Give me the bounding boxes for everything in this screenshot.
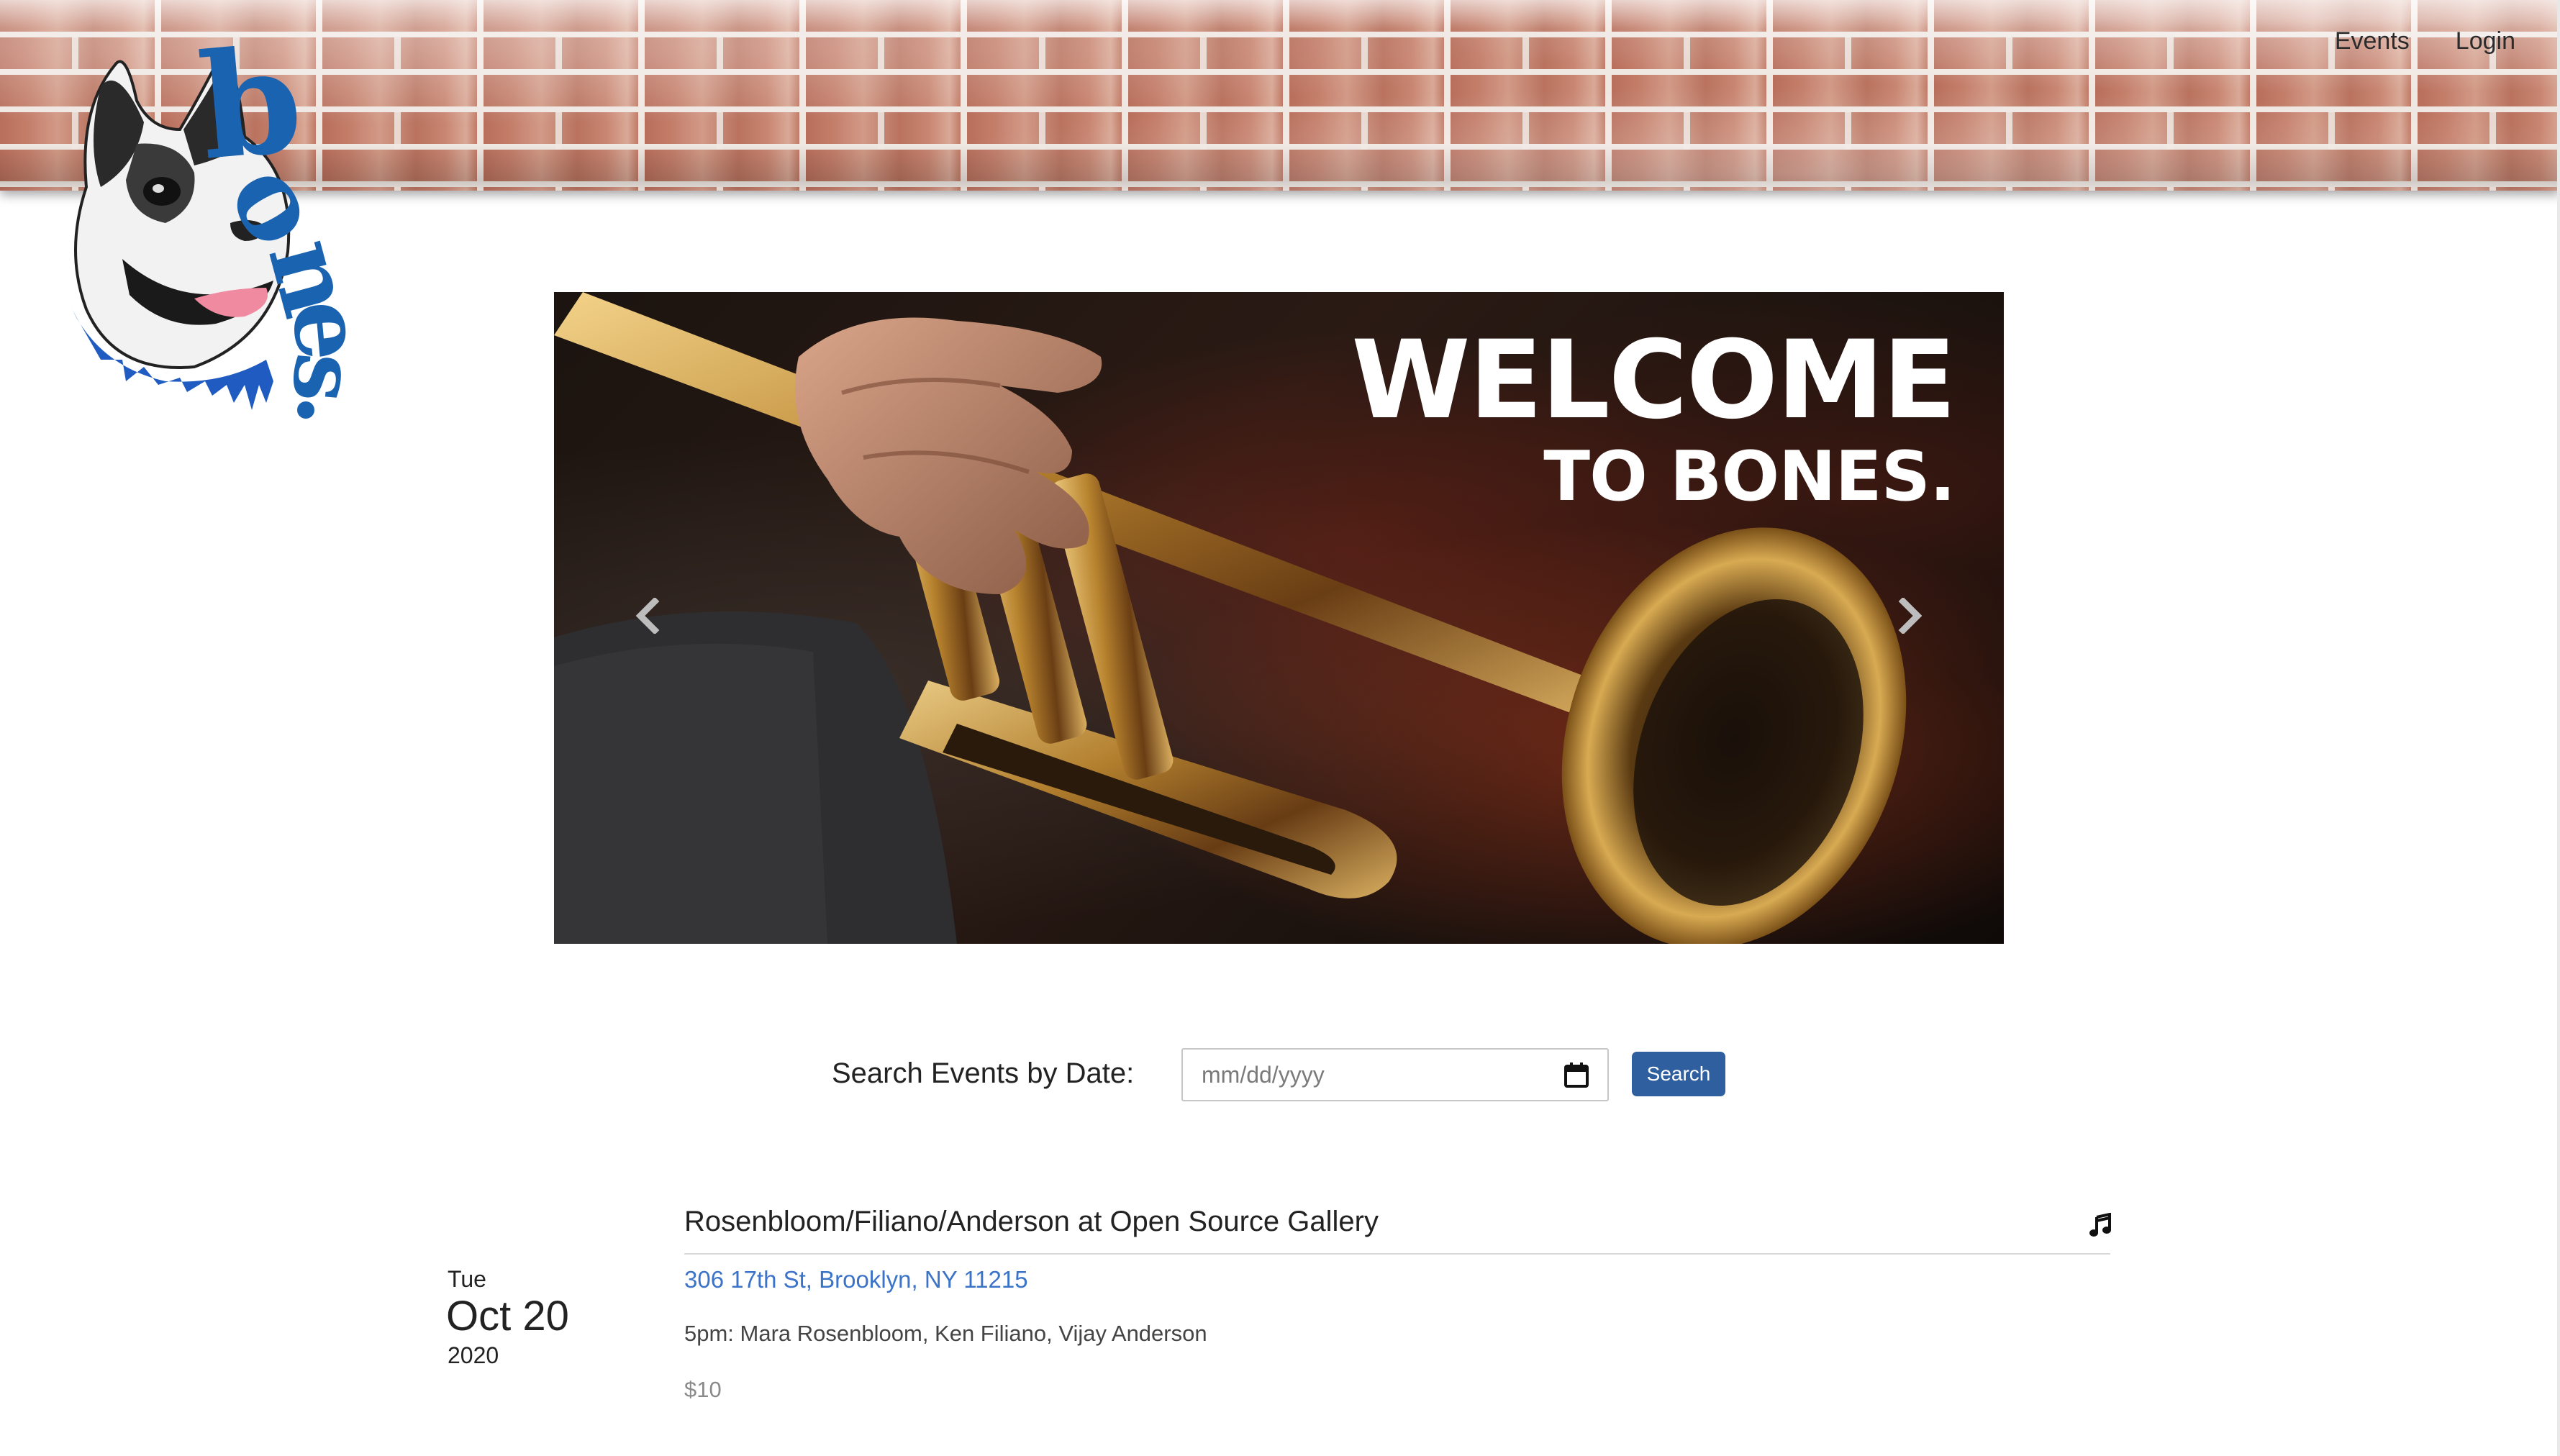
event-address-link[interactable]: 306 17th St, Brooklyn, NY 11215 bbox=[684, 1266, 1028, 1293]
svg-text:s: s bbox=[272, 350, 367, 407]
event-year: 2020 bbox=[448, 1342, 499, 1368]
calendar-icon[interactable] bbox=[1564, 1062, 1589, 1088]
nav-events-link[interactable]: Events bbox=[2335, 27, 2410, 55]
date-placeholder: mm/dd/yyyy bbox=[1202, 1061, 1325, 1088]
chevron-right-icon bbox=[1898, 598, 1923, 634]
carousel-next-button[interactable] bbox=[1889, 594, 1932, 637]
nav-login-link[interactable]: Login bbox=[2456, 27, 2515, 55]
brick-wash bbox=[0, 0, 2560, 191]
dog-logo-icon: b o n e s bbox=[72, 16, 386, 419]
date-input[interactable]: mm/dd/yyyy bbox=[1181, 1048, 1609, 1101]
search-label: Search Events by Date: bbox=[832, 1057, 1135, 1089]
brick-header: Events Login bbox=[0, 0, 2560, 191]
event-price: $10 bbox=[684, 1377, 722, 1402]
chevron-left-icon bbox=[635, 598, 660, 634]
welcome-subheadline: TO BONES. bbox=[1543, 437, 1956, 517]
event-description: 5pm: Mara Rosenbloom, Ken Filiano, Vijay… bbox=[684, 1321, 1207, 1346]
welcome-headline: WELCOME bbox=[1351, 318, 1956, 443]
event-divider bbox=[684, 1253, 2110, 1255]
event-title[interactable]: Rosenbloom/Filiano/Anderson at Open Sour… bbox=[684, 1206, 1379, 1238]
event-weekday: Tue bbox=[448, 1266, 486, 1292]
music-note-icon bbox=[2089, 1213, 2111, 1237]
page-scrollbar[interactable] bbox=[2557, 0, 2560, 1456]
top-nav: Events Login bbox=[2335, 27, 2515, 55]
bones-logo[interactable]: b o n e s bbox=[58, 16, 386, 439]
event-date: Oct 20 bbox=[446, 1293, 569, 1339]
carousel-prev-button[interactable] bbox=[626, 594, 669, 637]
search-button[interactable]: Search bbox=[1632, 1052, 1725, 1096]
welcome-text: WELCOME TO BONES. bbox=[1351, 318, 1956, 517]
hero-carousel[interactable]: WELCOME TO BONES. bbox=[554, 292, 2004, 944]
